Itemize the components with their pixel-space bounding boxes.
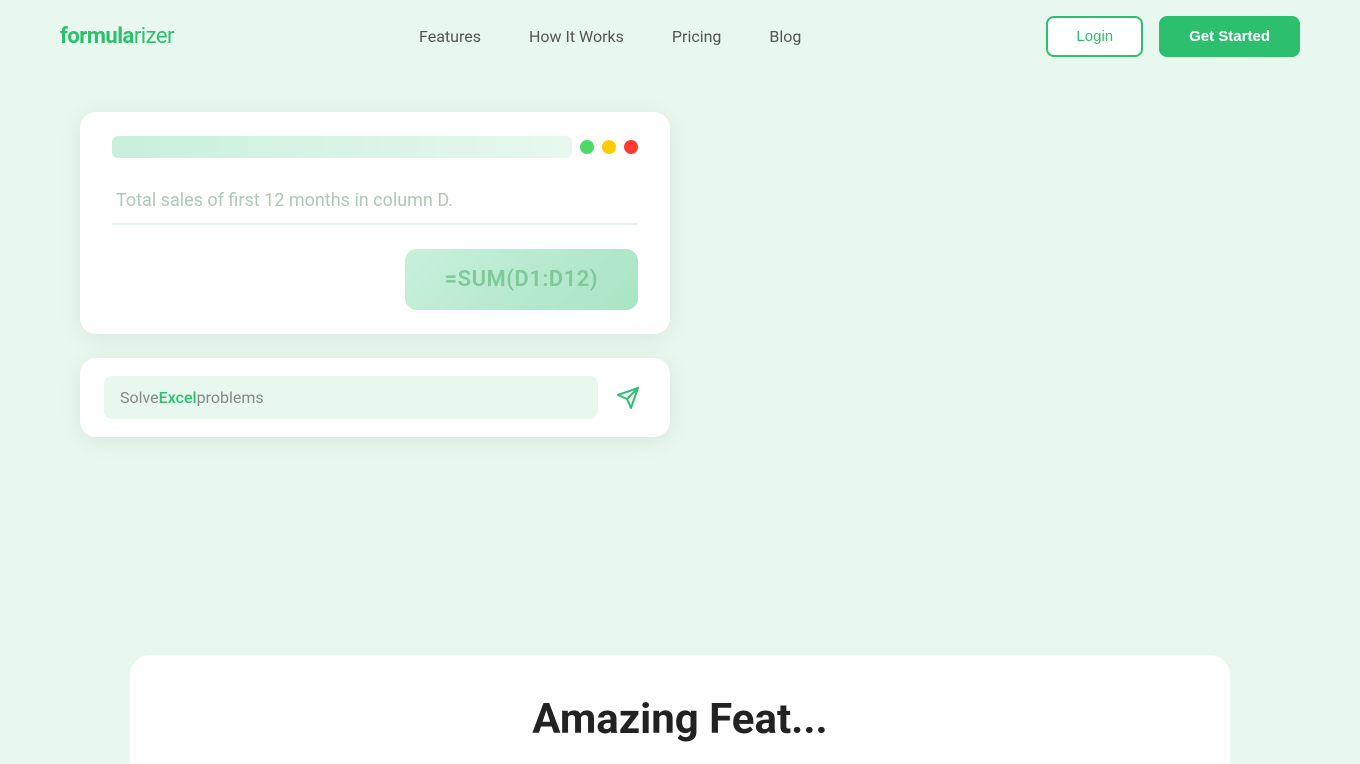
search-input-wrapper[interactable]: Solve Excel problems	[104, 376, 598, 419]
get-started-button[interactable]: Get Started	[1159, 16, 1300, 57]
output-area: =SUM(D1:D12)	[112, 249, 638, 310]
main-content: Total sales of first 12 months in column…	[0, 72, 1360, 477]
nav-links: Features How It Works Pricing Blog	[419, 27, 801, 46]
formula-badge: =SUM(D1:D12)	[405, 249, 638, 310]
logo[interactable]: formularizer	[60, 24, 174, 49]
logo-rizer: rizer	[134, 24, 174, 49]
problems-text: problems	[197, 388, 264, 407]
logo-formula: formula	[60, 24, 134, 49]
nav-pricing[interactable]: Pricing	[672, 27, 722, 46]
solve-text: Solve	[120, 388, 159, 407]
input-area: Total sales of first 12 months in column…	[112, 178, 638, 225]
nav-features[interactable]: Features	[419, 27, 481, 46]
window-controls	[112, 136, 638, 158]
search-card: Solve Excel problems	[80, 358, 670, 437]
send-button[interactable]	[610, 380, 646, 416]
nav-how-it-works[interactable]: How It Works	[529, 27, 624, 46]
address-bar	[112, 136, 572, 158]
bottom-title: Amazing Feat...	[190, 695, 1170, 744]
login-button[interactable]: Login	[1046, 16, 1143, 57]
bottom-section: Amazing Feat...	[130, 655, 1230, 764]
input-placeholder-text: Total sales of first 12 months in column…	[116, 190, 453, 211]
excel-text: Excel	[159, 388, 197, 407]
nav-blog[interactable]: Blog	[769, 27, 801, 46]
nav-actions: Login Get Started	[1046, 16, 1300, 57]
dot-yellow	[602, 140, 616, 154]
dot-red	[624, 140, 638, 154]
navbar: formularizer Features How It Works Prici…	[0, 0, 1360, 72]
dot-green	[580, 140, 594, 154]
main-card: Total sales of first 12 months in column…	[80, 112, 670, 334]
